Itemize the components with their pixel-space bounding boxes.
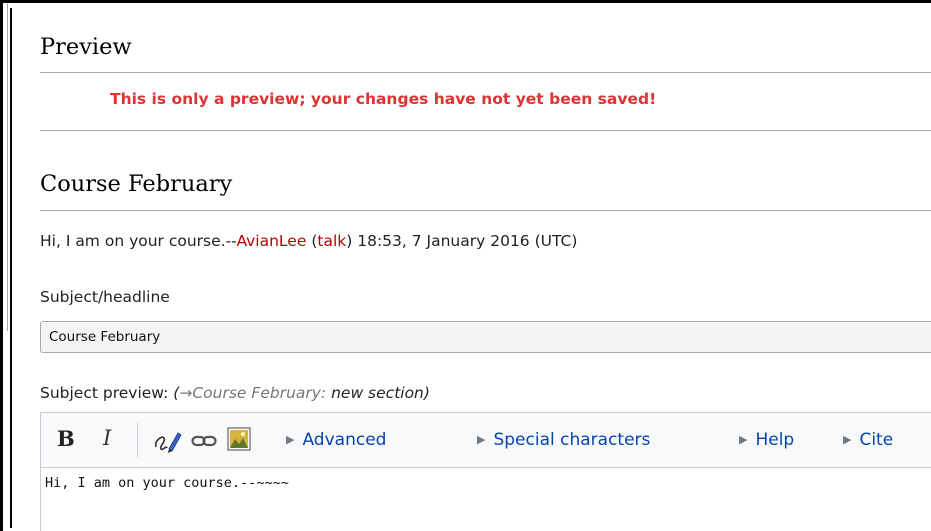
talk-link[interactable]: talk	[317, 232, 346, 250]
signature-icon[interactable]	[153, 429, 183, 459]
comment-message: Hi, I am on your course.--	[40, 232, 237, 250]
editing-toolbar: B I ▶ Advanced ▶ Special characters ▶ He…	[40, 412, 931, 468]
main-content: Preview This is only a preview; your cha…	[40, 0, 931, 531]
user-link[interactable]: AvianLee	[236, 232, 306, 250]
divider	[7, 3, 8, 331]
toolbar-cite-label: Cite	[859, 430, 894, 450]
section-rule	[40, 130, 931, 131]
subject-preview-label: Subject preview:	[40, 384, 169, 402]
toolbar-advanced-label: Advanced	[302, 430, 387, 450]
triangle-right-icon: ▶	[286, 433, 295, 446]
subject-input[interactable]: Course February	[40, 321, 931, 353]
comment-timestamp: 18:53, 7 January 2016 (UTC)	[352, 232, 578, 250]
heading-rule	[40, 210, 931, 211]
preview-warning: This is only a preview; your changes hav…	[110, 90, 657, 108]
toolbar-help[interactable]: ▶ Help	[739, 430, 794, 450]
preview-heading: Preview	[40, 34, 132, 60]
toolbar-separator	[137, 423, 138, 457]
toolbar-cite[interactable]: ▶ Cite	[843, 430, 893, 450]
comment-text: Hi, I am on your course.--AvianLee (talk…	[40, 232, 577, 250]
bold-button[interactable]: B	[57, 426, 75, 451]
toolbar-special-characters-label: Special characters	[493, 430, 651, 450]
section-link[interactable]: Course February:	[192, 384, 326, 402]
section-heading: Course February	[40, 171, 233, 197]
triangle-right-icon: ▶	[739, 433, 748, 446]
subject-label: Subject/headline	[40, 288, 170, 306]
image-icon[interactable]	[227, 427, 251, 455]
toolbar-help-label: Help	[755, 430, 795, 450]
toolbar-special-characters[interactable]: ▶ Special characters	[477, 430, 650, 450]
italic-button[interactable]: I	[103, 426, 111, 450]
subject-preview-suffix: new section)	[331, 384, 430, 402]
subject-preview: Subject preview: (→Course February: new …	[40, 384, 430, 402]
toolbar-advanced[interactable]: ▶ Advanced	[286, 430, 386, 450]
section-link-arrow[interactable]: →	[179, 384, 192, 402]
triangle-right-icon: ▶	[843, 433, 852, 446]
heading-rule	[40, 72, 931, 73]
link-icon[interactable]	[191, 433, 217, 452]
divider	[10, 8, 12, 528]
triangle-right-icon: ▶	[477, 433, 486, 446]
wikitext-editor[interactable]: Hi, I am on your course.--~~~~	[40, 467, 931, 531]
